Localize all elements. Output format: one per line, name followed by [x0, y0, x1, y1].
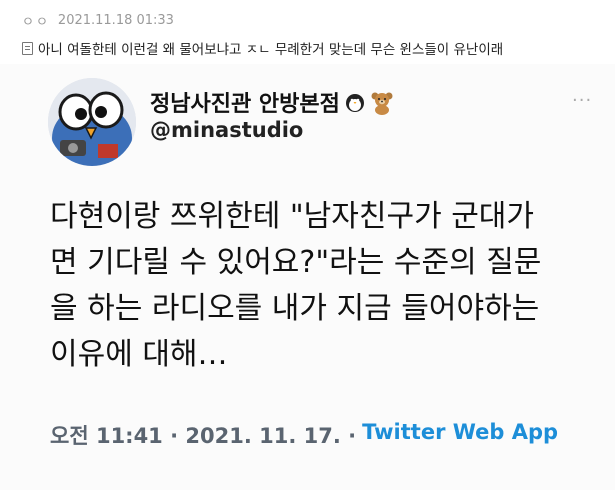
display-name[interactable]: 정남사진관 안방본점	[150, 86, 340, 118]
penguin-icon	[344, 91, 366, 113]
tweet-text-line: 이유에 대해…	[50, 337, 228, 372]
post-meta: ㅇㅇ 2021.11.18 01:33	[22, 11, 174, 30]
post-header: ㅇㅇ 2021.11.18 01:33 아니 여돌한테 이런걸 왜 물어보냐고 …	[0, 0, 615, 64]
tweet-timestamp[interactable]: 오전 11:41 · 2021. 11. 17. ·	[50, 420, 356, 450]
tweet-footer: 오전 11:41 · 2021. 11. 17. · Twitter Web A…	[50, 420, 558, 450]
tweet-text-line: 면 기다릴 수 있어요?"라는 수준의 질문	[50, 245, 542, 280]
teddy-bear-icon	[370, 91, 393, 115]
comment-text: 아니 여돌한테 이런걸 왜 물어보냐고 ㅈㄴ 무례한거 맞는데 무슨 윈스들이 …	[38, 42, 504, 58]
tweet-handle[interactable]: @minastudio	[150, 118, 303, 142]
tweet-source-link[interactable]: Twitter Web App	[362, 420, 558, 450]
post-datetime: 2021.11.18 01:33	[57, 13, 174, 28]
tweet-text-line: 다현이랑 쯔위한테 "남자친구가 군대가	[50, 199, 535, 234]
avatar[interactable]	[48, 78, 136, 166]
author-nickname[interactable]: ㅇㅇ	[22, 11, 50, 30]
tweet-text-line: 을 하는 라디오를 내가 지금 들어야하는	[50, 291, 540, 326]
tweet-author: 정남사진관 안방본점	[150, 86, 393, 118]
avatar-image	[48, 78, 136, 166]
more-options-icon[interactable]: ···	[572, 90, 592, 111]
document-icon	[22, 41, 33, 55]
tweet-text: 다현이랑 쯔위한테 "남자친구가 군대가 면 기다릴 수 있어요?"라는 수준의…	[50, 194, 590, 378]
tweet-screenshot: 정남사진관 안방본점 @minastudio ··· 다현이랑 쯔위한테 "남자…	[0, 64, 615, 490]
post-comment: 아니 여돌한테 이런걸 왜 물어보냐고 ㅈㄴ 무례한거 맞는데 무슨 윈스들이 …	[22, 38, 503, 58]
